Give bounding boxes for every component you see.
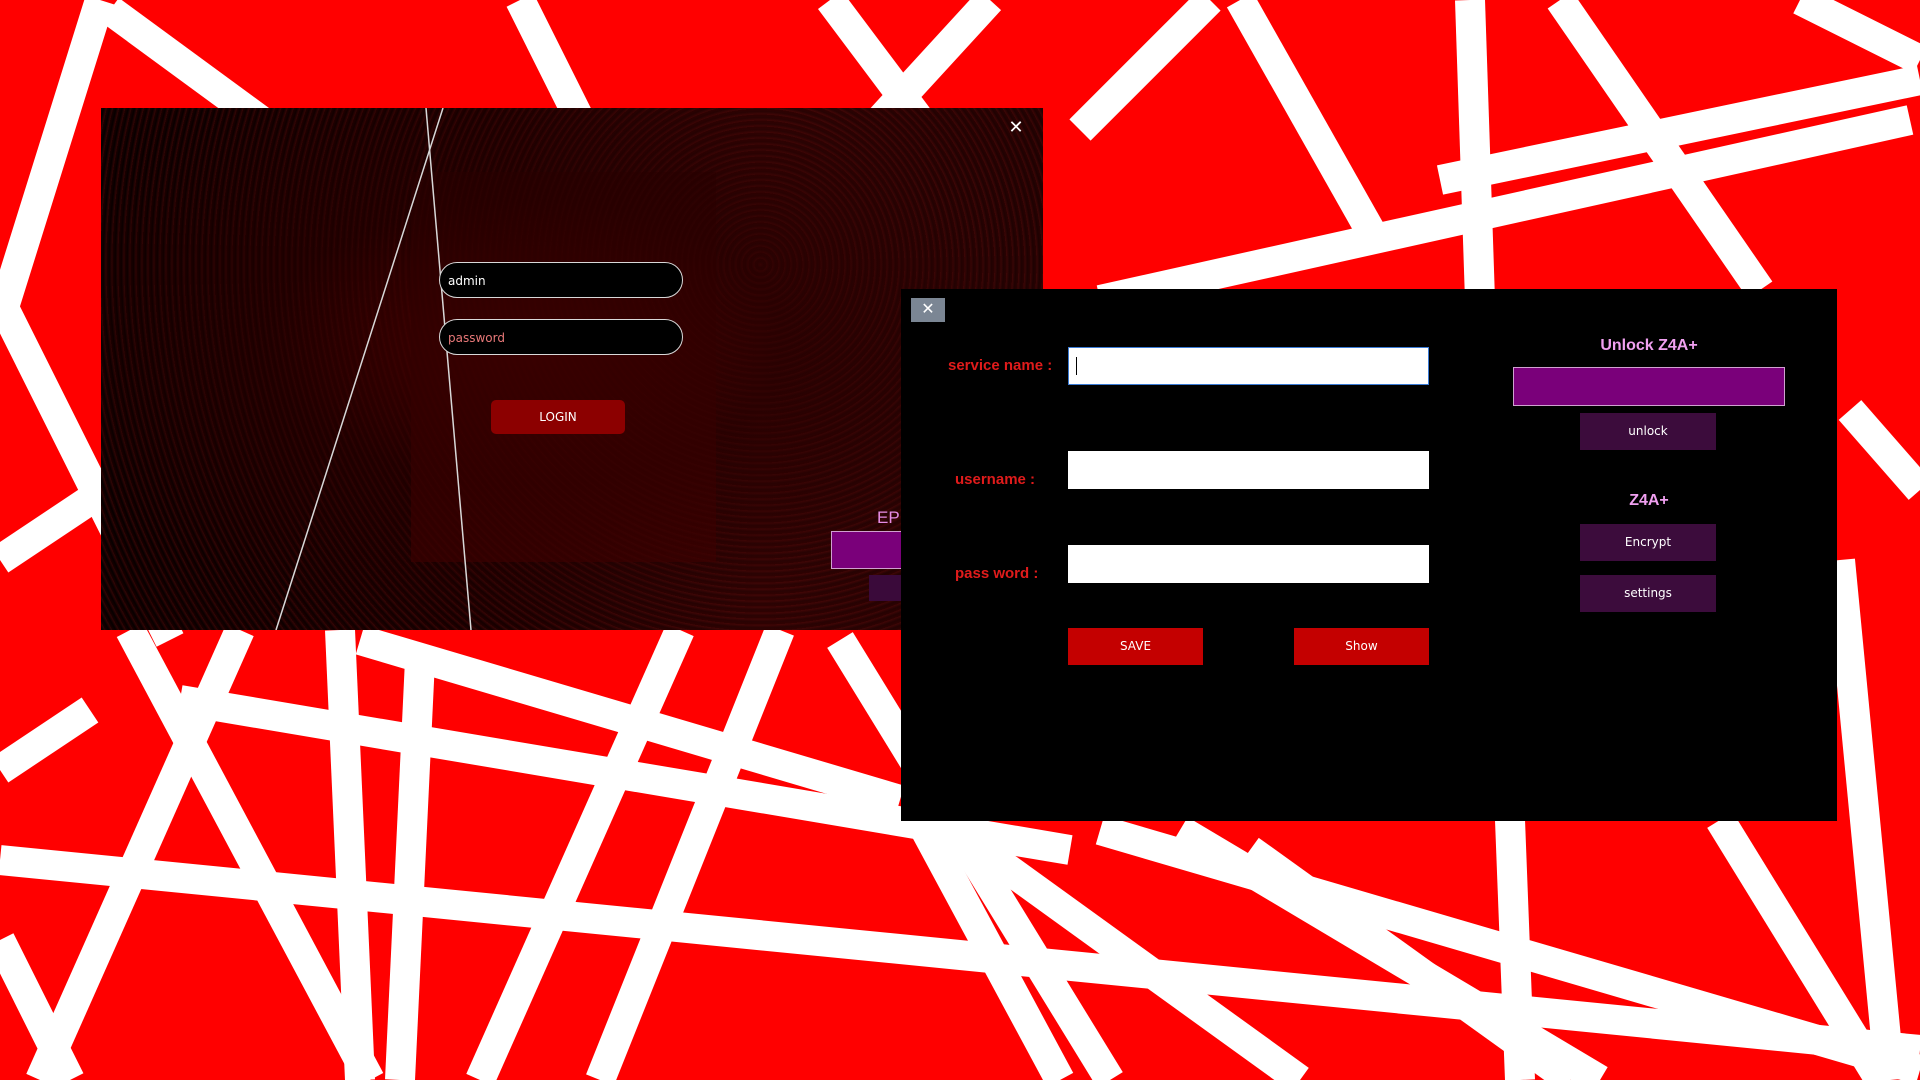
close-icon[interactable]: ✕ <box>911 298 945 322</box>
login-panel <box>411 172 716 562</box>
service-name-input[interactable] <box>1068 347 1429 385</box>
username-input[interactable]: admin <box>439 262 683 298</box>
password-label: pass word : <box>955 565 1039 582</box>
partial-heading: EP <box>877 508 900 527</box>
encrypt-button[interactable]: Encrypt <box>1580 524 1716 561</box>
unlock-button[interactable]: unlock <box>1580 413 1716 450</box>
text-caret <box>1076 357 1077 375</box>
show-button[interactable]: Show <box>1294 628 1429 665</box>
close-icon[interactable]: ✕ <box>1003 116 1029 138</box>
vault-window: ✕ service name : username : pass word : … <box>901 289 1837 821</box>
settings-button[interactable]: settings <box>1580 575 1716 612</box>
login-button[interactable]: LOGIN <box>491 400 625 434</box>
unlock-heading: Unlock Z4A+ <box>1600 337 1698 354</box>
save-button[interactable]: SAVE <box>1068 628 1203 665</box>
z4a-heading: Z4A+ <box>1629 492 1669 509</box>
password-input[interactable]: password <box>439 319 683 355</box>
unlock-key-input[interactable] <box>1513 367 1785 406</box>
username-label: username : <box>955 471 1036 488</box>
service-name-label: service name : <box>948 357 1053 374</box>
username-input[interactable] <box>1068 451 1429 489</box>
password-input[interactable] <box>1068 545 1429 583</box>
